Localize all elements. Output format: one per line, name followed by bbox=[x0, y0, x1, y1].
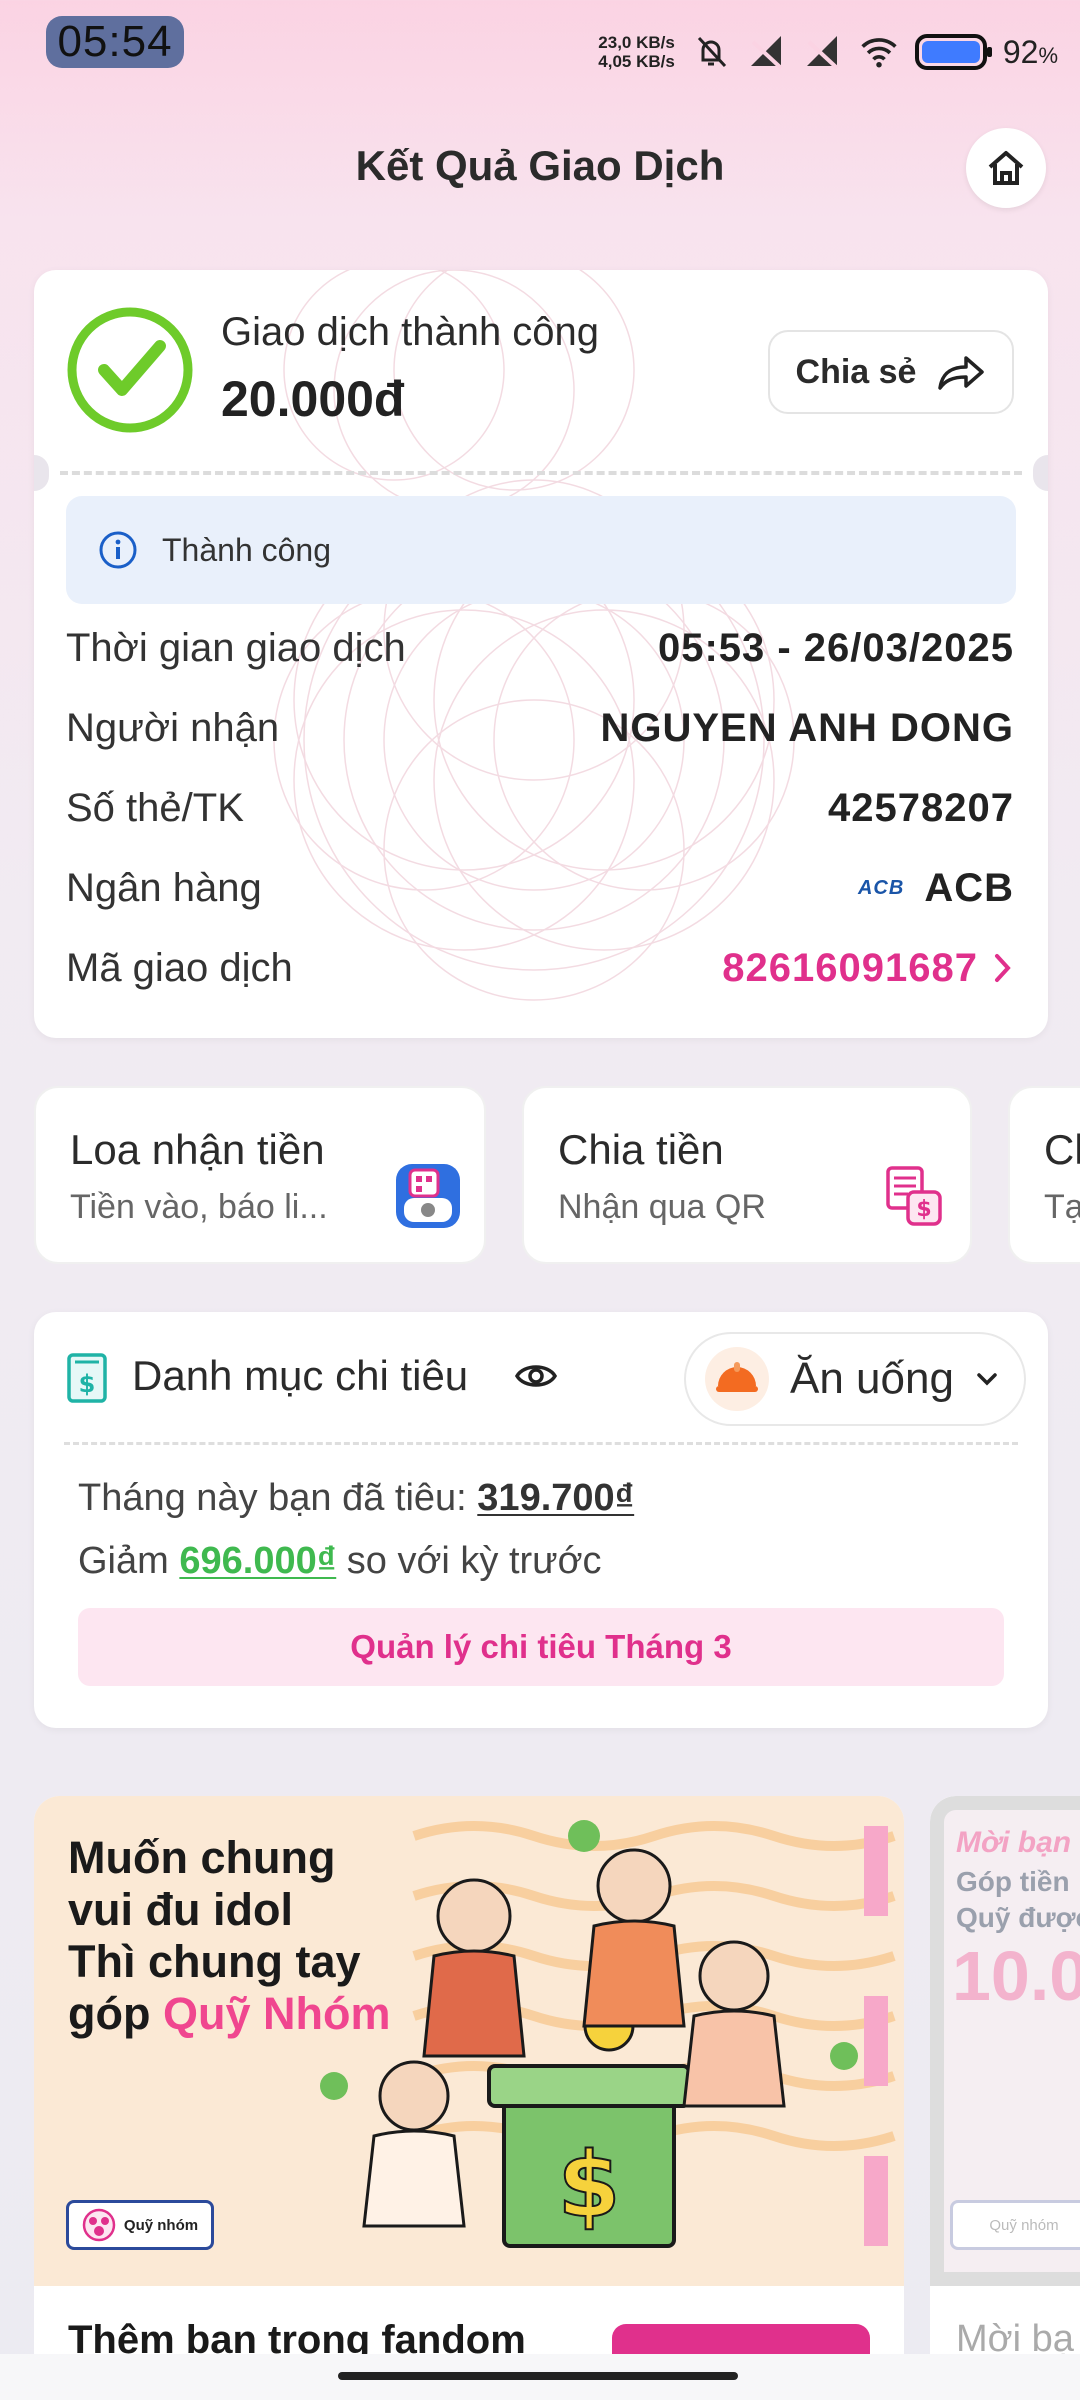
spent-amount: 319.700₫ bbox=[477, 1477, 635, 1519]
svg-text:$: $ bbox=[916, 1197, 931, 1222]
detail-label: Thời gian giao dịch bbox=[66, 625, 406, 670]
status-time: 05:54 bbox=[46, 16, 184, 68]
svg-text:$: $ bbox=[79, 1370, 96, 1398]
group-fund-badge: Quỹ nhóm bbox=[950, 2200, 1080, 2250]
group-fund-badge: Quỹ nhóm bbox=[66, 2200, 214, 2250]
spending-title: Danh mục chi tiêu bbox=[132, 1352, 469, 1399]
tile-subtitle: Tiền vào, báo li... bbox=[70, 1188, 328, 1226]
chevron-down-icon bbox=[977, 1373, 997, 1386]
promo-amount: 10.0 bbox=[952, 1937, 1080, 2015]
network-speed: 23,0 KB/s 4,05 KB/s bbox=[598, 33, 675, 71]
tile-subtitle: Nhận qua QR bbox=[558, 1188, 766, 1226]
tile-title: Cl bbox=[1044, 1126, 1080, 1173]
spent-this-month: Tháng này bạn đã tiêu: 319.700₫ bbox=[78, 1477, 635, 1519]
transaction-id-link[interactable]: 82616091687 bbox=[722, 946, 1014, 991]
eye-icon[interactable] bbox=[514, 1358, 558, 1394]
signal-off-icon bbox=[747, 32, 787, 72]
status-info-text: Thành công bbox=[162, 531, 332, 568]
home-icon bbox=[988, 151, 1024, 185]
info-icon bbox=[99, 531, 137, 569]
receipt-divider bbox=[60, 471, 1022, 475]
promo-banner-group-fund[interactable]: $ Muốn chung vui đu idol Thì chung tay g… bbox=[34, 1796, 904, 2400]
share-arrow-icon bbox=[938, 356, 985, 390]
network-speed-down: 4,05 KB/s bbox=[598, 52, 675, 71]
transaction-id: 82616091687 bbox=[722, 945, 978, 990]
header: Kết Quả Giao Dịch bbox=[0, 120, 1080, 220]
tile-title: Chia tiền bbox=[558, 1126, 724, 1173]
detail-value: 42578207 bbox=[828, 785, 1014, 830]
detail-value: 05:53 - 26/03/2025 bbox=[657, 625, 1014, 670]
tile-third-partial[interactable]: Cl Tạ bbox=[1008, 1086, 1080, 1264]
detail-label: Số thẻ/TK bbox=[66, 785, 244, 830]
network-speed-up: 23,0 KB/s bbox=[598, 33, 675, 52]
manage-spending-button[interactable]: Quản lý chi tiêu Tháng 3 bbox=[78, 1608, 1004, 1686]
success-check-icon bbox=[67, 307, 193, 433]
page-title: Kết Quả Giao Dịch bbox=[355, 142, 725, 189]
status-bar: 05:54 23,0 KB/s 4,05 KB/s 92% bbox=[0, 0, 1080, 84]
speaker-qr-icon bbox=[396, 1164, 460, 1228]
promo-banner-invite[interactable]: Mời bạn Góp tiền Quỹ được 10.0 Quỹ nhóm M… bbox=[930, 1796, 1080, 2400]
tile-split-bill[interactable]: Chia tiền Nhận qua QR $ bbox=[522, 1086, 972, 1264]
detail-row-transaction-id[interactable]: Mã giao dịch 82616091687 bbox=[66, 938, 1014, 998]
share-button[interactable]: Chia sẻ bbox=[768, 330, 1014, 414]
promo-headline: Muốn chung vui đu idol Thì chung tay góp… bbox=[68, 1832, 391, 2039]
status-title: Giao dịch thành công bbox=[221, 310, 600, 354]
detail-row-account: Số thẻ/TK 42578207 bbox=[66, 778, 1014, 838]
receipt-notch-right bbox=[1033, 455, 1048, 491]
promo-line: Góp tiền Quỹ được bbox=[956, 1866, 1080, 1933]
signal-off-icon-2 bbox=[803, 32, 843, 72]
category-selected: Ăn uống bbox=[790, 1354, 954, 1403]
tile-title: Loa nhận tiền bbox=[70, 1126, 325, 1173]
decrease-amount: 696.000₫ bbox=[179, 1540, 337, 1582]
home-button[interactable] bbox=[966, 128, 1046, 208]
gesture-bar[interactable] bbox=[338, 2372, 738, 2380]
status-info-banner: Thành công bbox=[66, 496, 1016, 604]
receipt-notch-left bbox=[34, 455, 49, 491]
detail-label: Ngân hàng bbox=[66, 865, 262, 910]
status-icons: 23,0 KB/s 4,05 KB/s 92% bbox=[598, 30, 1058, 74]
bank-name: ACB bbox=[924, 865, 1014, 910]
detail-row-recipient: Người nhận NGUYEN ANH DONG bbox=[66, 698, 1014, 758]
detail-label: Người nhận bbox=[66, 705, 280, 750]
mute-bell-icon bbox=[691, 32, 731, 72]
share-label: Chia sẻ bbox=[795, 352, 917, 391]
detail-row-bank: Ngân hàng ACB ACB bbox=[66, 858, 1014, 918]
spending-category-card: $ Danh mục chi tiêu Ăn uống Tháng này bạ… bbox=[34, 1312, 1048, 1728]
tile-subtitle: Tạ bbox=[1044, 1188, 1080, 1226]
detail-row-time: Thời gian giao dịch 05:53 - 26/03/2025 bbox=[66, 618, 1014, 678]
receipt-dollar-icon: $ bbox=[67, 1353, 107, 1403]
battery-icon bbox=[914, 34, 992, 70]
helmet-food-icon bbox=[705, 1347, 769, 1411]
detail-value: NGUYEN ANH DONG bbox=[600, 705, 1014, 750]
transaction-amount: 20.000đ bbox=[221, 371, 405, 427]
svg-text:$: $ bbox=[558, 2133, 621, 2238]
group-fund-icon bbox=[82, 2208, 116, 2242]
acb-bank-logo: ACB bbox=[857, 876, 905, 899]
chevron-right-icon bbox=[995, 954, 1011, 982]
spend-decrease: Giảm 696.000₫ so với kỳ trước bbox=[78, 1540, 602, 1582]
promo-line: Mời bạn bbox=[956, 1826, 1072, 1859]
tile-money-speaker[interactable]: Loa nhận tiền Tiền vào, báo li... bbox=[34, 1086, 486, 1264]
category-dropdown[interactable]: Ăn uống bbox=[684, 1332, 1026, 1426]
spending-divider bbox=[64, 1442, 1018, 1445]
detail-label: Mã giao dịch bbox=[66, 945, 293, 990]
battery-percent: 92% bbox=[1002, 33, 1058, 70]
wifi-icon bbox=[859, 32, 899, 72]
transaction-receipt: Giao dịch thành công 20.000đ Chia sẻ Thà… bbox=[34, 270, 1048, 1038]
bill-split-icon: $ bbox=[886, 1166, 942, 1226]
detail-value: ACB ACB bbox=[858, 866, 1014, 911]
